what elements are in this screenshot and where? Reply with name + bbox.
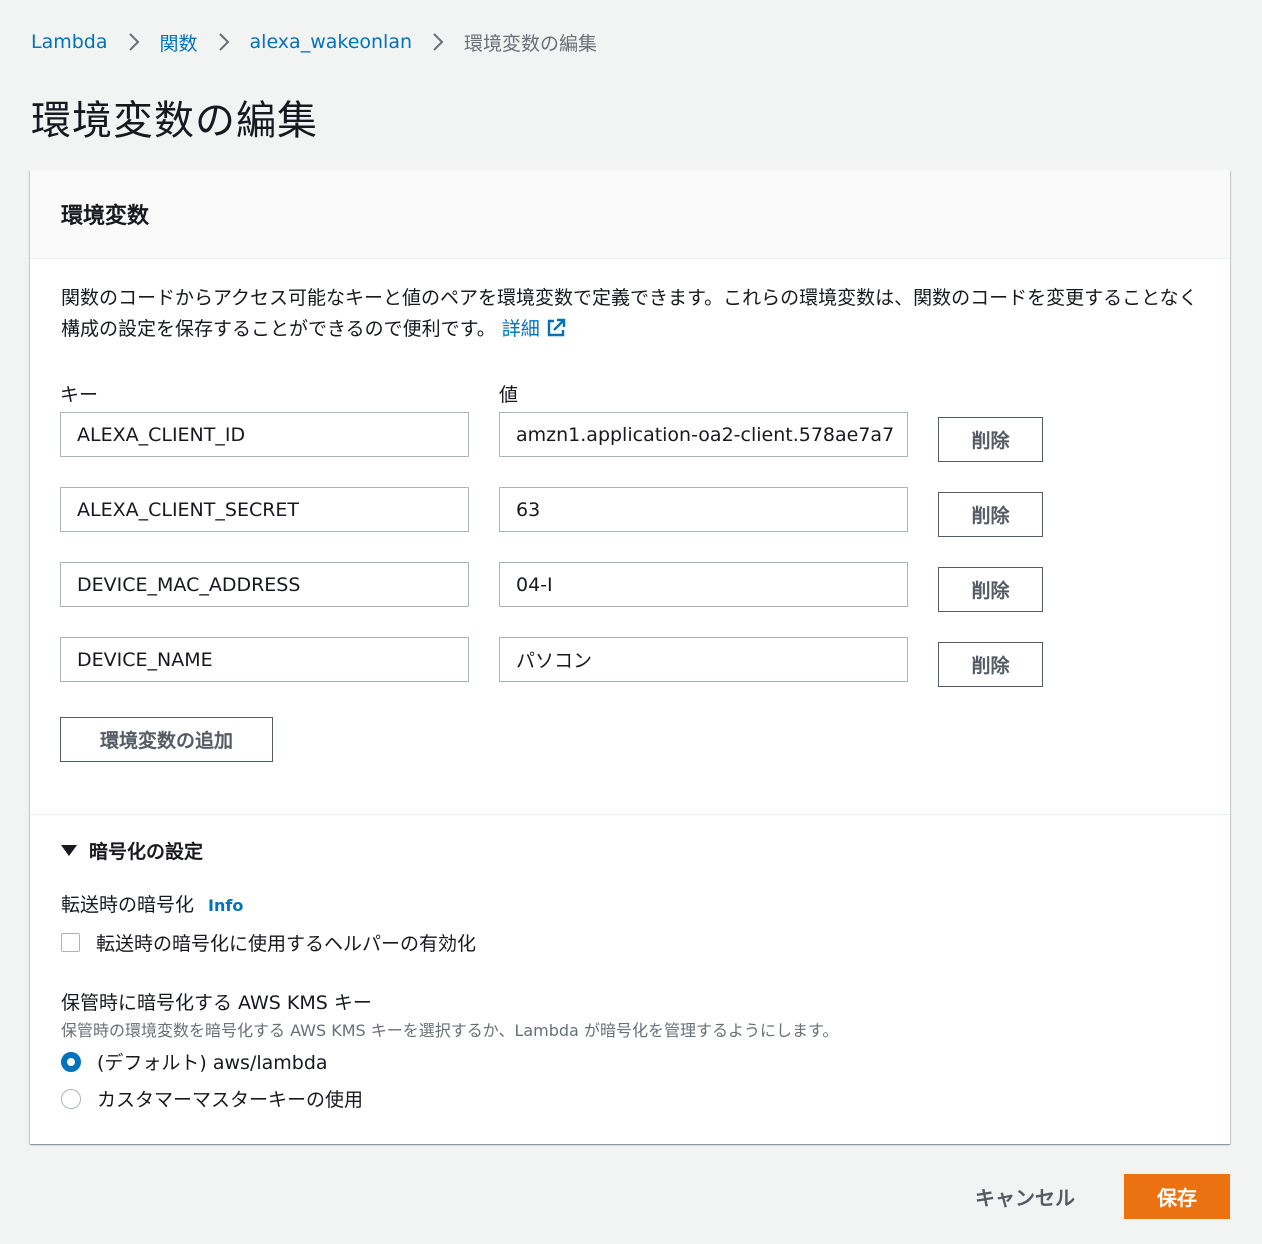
details-link-label: 詳細 [501, 318, 540, 340]
key-column-label: キー [60, 384, 99, 406]
breadcrumb-current: 環境変数の編集 [464, 32, 598, 55]
breadcrumb-functions[interactable]: 関数 [160, 29, 198, 56]
transit-encryption-label-row: 転送時の暗号化 Info [61, 890, 243, 917]
radio-cmk-label: カスタマーマスターキーの使用 [97, 1089, 364, 1111]
section-divider [30, 814, 1230, 815]
key-input-3[interactable]: DEVICE_MAC_ADDRESS [60, 562, 469, 607]
chevron-right-icon [128, 33, 140, 51]
caret-down-icon [61, 845, 77, 856]
chevron-right-icon [218, 33, 230, 51]
radio-default-label: (デフォルト) aws/lambda [97, 1052, 328, 1074]
delete-button-3[interactable]: 削除 [938, 567, 1043, 612]
radio-option-cmk[interactable]: カスタマーマスターキーの使用 [61, 1085, 363, 1112]
transit-helper-checkbox[interactable] [61, 933, 80, 952]
cancel-button[interactable]: キャンセル [950, 1174, 1100, 1219]
value-input-1[interactable]: amzn1.application-oa2-client.578ae7a7 [499, 412, 908, 457]
key-input-4[interactable]: DEVICE_NAME [60, 637, 469, 682]
panel-description: 関数のコードからアクセス可能なキーと値のペアを環境変数で定義できます。これらの環… [61, 283, 1211, 348]
panel-title: 環境変数 [61, 204, 150, 229]
breadcrumb: Lambda 関数 alexa_wakeonlan 環境変数の編集 [31, 28, 597, 56]
radio-cmk[interactable] [61, 1088, 81, 1109]
value-input-3[interactable]: 04-I [499, 562, 908, 607]
breadcrumb-function-name[interactable]: alexa_wakeonlan [250, 31, 413, 53]
page-title: 環境変数の編集 [31, 98, 318, 144]
transit-helper-checkbox-row[interactable]: 転送時の暗号化に使用するヘルパーの有効化 [61, 929, 476, 956]
delete-button-2[interactable]: 削除 [938, 492, 1043, 537]
encryption-section-toggle[interactable]: 暗号化の設定 [61, 837, 203, 864]
details-link[interactable]: 詳細 [502, 318, 566, 340]
value-input-2[interactable]: 63 [499, 487, 908, 532]
transit-encryption-label: 転送時の暗号化 [61, 894, 195, 916]
description-text: 関数のコードからアクセス可能なキーと値のペアを環境変数で定義できます。これらの環… [61, 287, 1198, 340]
add-env-var-button[interactable]: 環境変数の追加 [60, 717, 273, 762]
delete-button-1[interactable]: 削除 [938, 417, 1043, 462]
value-input-4[interactable]: パソコン [499, 637, 908, 682]
breadcrumb-lambda[interactable]: Lambda [31, 31, 108, 53]
chevron-right-icon [432, 33, 444, 51]
value-column-label: 値 [499, 384, 519, 406]
env-vars-panel: 環境変数 関数のコードからアクセス可能なキーと値のペアを環境変数で定義できます。… [30, 170, 1230, 1144]
external-link-icon [546, 317, 566, 348]
info-link[interactable]: Info [208, 896, 243, 915]
delete-button-4[interactable]: 削除 [938, 642, 1043, 687]
kms-key-description: 保管時の環境変数を暗号化する AWS KMS キーを選択するか、Lambda が… [61, 1021, 839, 1040]
key-input-1[interactable]: ALEXA_CLIENT_ID [60, 412, 469, 457]
key-input-2[interactable]: ALEXA_CLIENT_SECRET [60, 487, 469, 532]
kms-label-row: 保管時に暗号化する AWS KMS キー [61, 988, 372, 1015]
radio-option-default[interactable]: (デフォルト) aws/lambda [61, 1048, 328, 1075]
encryption-section-title: 暗号化の設定 [89, 841, 204, 863]
panel-header: 環境変数 [30, 170, 1230, 259]
radio-default[interactable] [61, 1051, 81, 1072]
save-button[interactable]: 保存 [1124, 1174, 1230, 1219]
kms-key-label: 保管時に暗号化する AWS KMS キー [61, 992, 372, 1014]
transit-helper-checkbox-label: 転送時の暗号化に使用するヘルパーの有効化 [96, 933, 477, 955]
